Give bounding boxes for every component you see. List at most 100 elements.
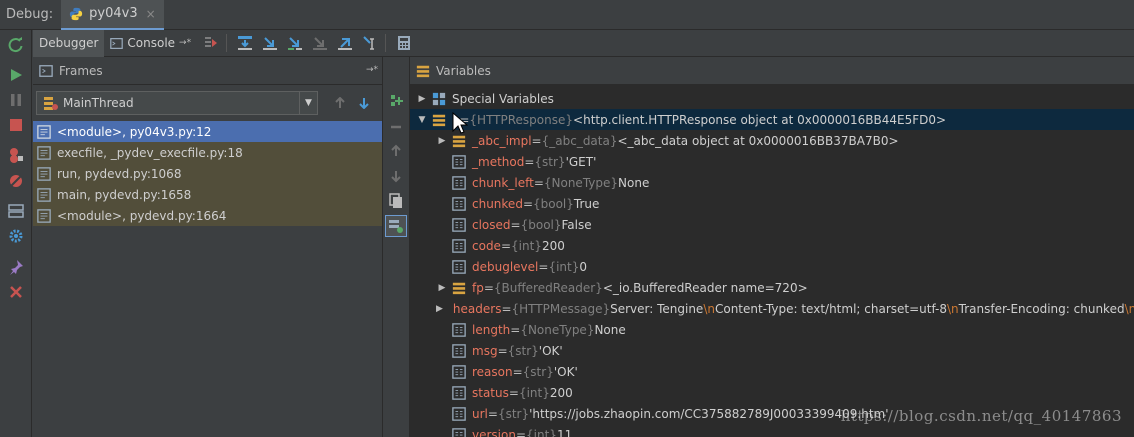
close-icon[interactable]: × [146, 7, 156, 21]
mute-breakpoints-icon[interactable] [8, 173, 24, 189]
evaluate-expression-button[interactable] [393, 32, 415, 54]
frame-icon [37, 208, 51, 223]
execution-point-icon [205, 37, 218, 47]
chevron-right-icon[interactable]: ▶ [436, 136, 448, 146]
thread-selector-row: MainThread ▼ [33, 85, 382, 121]
equals-sign: = [512, 364, 523, 379]
variable-row-abc-impl[interactable]: ▶ _abc_impl = {_abc_data} <_abc_data obje… [410, 130, 1134, 151]
chevron-right-icon[interactable]: ▶ [436, 283, 448, 293]
arrow-up-icon [335, 97, 345, 108]
run-to-cursor-button[interactable] [359, 32, 381, 54]
variable-value: Server: Tengine\nContent-Type: text/html… [610, 301, 1134, 316]
frame-icon [37, 145, 51, 160]
variable-type: {str} [497, 406, 530, 421]
show-execution-point-button[interactable] [200, 32, 222, 54]
variable-row-status[interactable]: status = {int} 200 [410, 382, 1134, 403]
step-over-button[interactable] [234, 32, 256, 54]
console-pin-icon[interactable]: →* [179, 38, 191, 48]
force-step-into-button[interactable] [309, 32, 331, 54]
object-variable-icon [452, 282, 466, 294]
variable-value: None [618, 175, 650, 190]
primitive-variable-icon [452, 406, 466, 421]
variable-row-chunk-left[interactable]: chunk_left = {NoneType} None [410, 172, 1134, 193]
copy-icon[interactable] [388, 193, 404, 209]
special-variables-row[interactable]: ▶ Special Variables [410, 88, 1134, 109]
variable-row-fp[interactable]: ▶ fp = {BufferedReader} <_io.BufferedRead… [410, 277, 1134, 298]
chevron-right-icon[interactable]: ▶ [416, 94, 428, 104]
chevron-right-icon[interactable]: ▶ [436, 304, 443, 314]
variable-value: <http.client.HTTPResponse object at 0x00… [573, 112, 947, 127]
frame-item[interactable]: <module>, py04v3.py:12 [33, 121, 382, 142]
rerun-icon[interactable] [8, 37, 24, 53]
frame-item[interactable]: execfile, _pydev_execfile.py:18 [33, 142, 382, 163]
variable-value: 'GET' [565, 154, 597, 169]
thread-dropdown[interactable]: MainThread ▼ [36, 91, 318, 115]
frame-item-label: <module>, pydevd.py:1664 [57, 208, 227, 223]
variable-name: debuglevel [472, 259, 539, 274]
remove-watch-icon[interactable] [388, 119, 404, 135]
special-variables-icon [432, 92, 446, 105]
variable-row-version[interactable]: version = {int} 11 [410, 424, 1134, 437]
equals-sign: = [483, 280, 494, 295]
toolbar-separator [385, 34, 387, 52]
variable-name: length [472, 322, 511, 337]
variable-row-closed[interactable]: closed = {bool} False [410, 214, 1134, 235]
variable-type: {int} [548, 259, 580, 274]
move-up-icon[interactable] [388, 143, 404, 159]
chevron-down-icon[interactable]: ▼ [299, 92, 317, 114]
tab-console[interactable]: Console →* [104, 30, 197, 57]
variable-row-msg[interactable]: msg = {str} 'OK' [410, 340, 1134, 361]
tab-debugger[interactable]: Debugger [33, 29, 105, 57]
variable-value: <_abc_data object at 0x0000016BB37BA7B0> [617, 133, 899, 148]
frame-item-label: main, pydevd.py:1658 [57, 187, 192, 202]
variable-row-method[interactable]: _method = {str} 'GET' [410, 151, 1134, 172]
close-panel-icon[interactable] [8, 284, 24, 300]
toolbar-separator [226, 34, 228, 52]
variable-value: None [594, 322, 626, 337]
frames-pin-icon[interactable]: →* [366, 65, 378, 75]
pin-icon[interactable] [8, 259, 24, 275]
frame-item[interactable]: run, pydevd.py:1068 [33, 163, 382, 184]
frame-list: <module>, py04v3.py:12 execfile, _pydev_… [33, 121, 382, 226]
variable-row-length[interactable]: length = {NoneType} None [410, 319, 1134, 340]
previous-frame-button[interactable] [330, 93, 350, 113]
equals-sign: = [522, 196, 533, 211]
frame-item[interactable]: <module>, pydevd.py:1664 [33, 205, 382, 226]
variable-row-code[interactable]: code = {int} 200 [410, 235, 1134, 256]
tab-console-label: Console [127, 36, 176, 50]
tab-py04v3[interactable]: py04v3 × [61, 0, 164, 30]
debug-actions-strip [0, 30, 32, 437]
variable-row-chunked[interactable]: chunked = {bool} True [410, 193, 1134, 214]
settings-gear-icon[interactable] [8, 228, 24, 244]
variable-type: {str} [507, 343, 539, 358]
thread-icon [44, 97, 58, 110]
console-icon [110, 37, 124, 49]
next-frame-button[interactable] [354, 93, 374, 113]
new-watch-icon[interactable] [388, 93, 404, 109]
pause-icon[interactable] [8, 92, 24, 108]
variable-name: chunk_left [472, 175, 534, 190]
show-watches-toggle[interactable] [385, 215, 407, 237]
variable-row-o[interactable]: ▼o = {HTTPResponse} <http.client.HTTPRes… [410, 109, 1134, 130]
variable-value: 11 [556, 427, 573, 437]
frame-item-label: run, pydevd.py:1068 [57, 166, 182, 181]
step-into-button[interactable] [259, 32, 281, 54]
chevron-down-icon[interactable]: ▼ [416, 115, 428, 125]
object-variable-icon [432, 114, 446, 126]
layout-icon[interactable] [8, 203, 24, 219]
variable-type: {NoneType} [543, 175, 619, 190]
primitive-variable-icon [452, 238, 466, 253]
step-into-my-code-button[interactable] [284, 32, 306, 54]
variable-row-debuglevel[interactable]: debuglevel = {int} 0 [410, 256, 1134, 277]
resume-icon[interactable] [8, 67, 24, 83]
step-out-button[interactable] [334, 32, 356, 54]
variable-row-reason[interactable]: reason = {str} 'OK' [410, 361, 1134, 382]
primitive-variable-icon [452, 217, 466, 232]
variable-name: version [472, 427, 516, 437]
variable-type: {int} [526, 427, 557, 437]
stop-icon[interactable] [8, 117, 24, 133]
variable-row-headers[interactable]: ▶ headers = {HTTPMessage} Server: Tengine… [410, 298, 1134, 319]
move-down-icon[interactable] [388, 168, 404, 184]
frame-item[interactable]: main, pydevd.py:1658 [33, 184, 382, 205]
view-breakpoints-icon[interactable] [8, 147, 24, 163]
